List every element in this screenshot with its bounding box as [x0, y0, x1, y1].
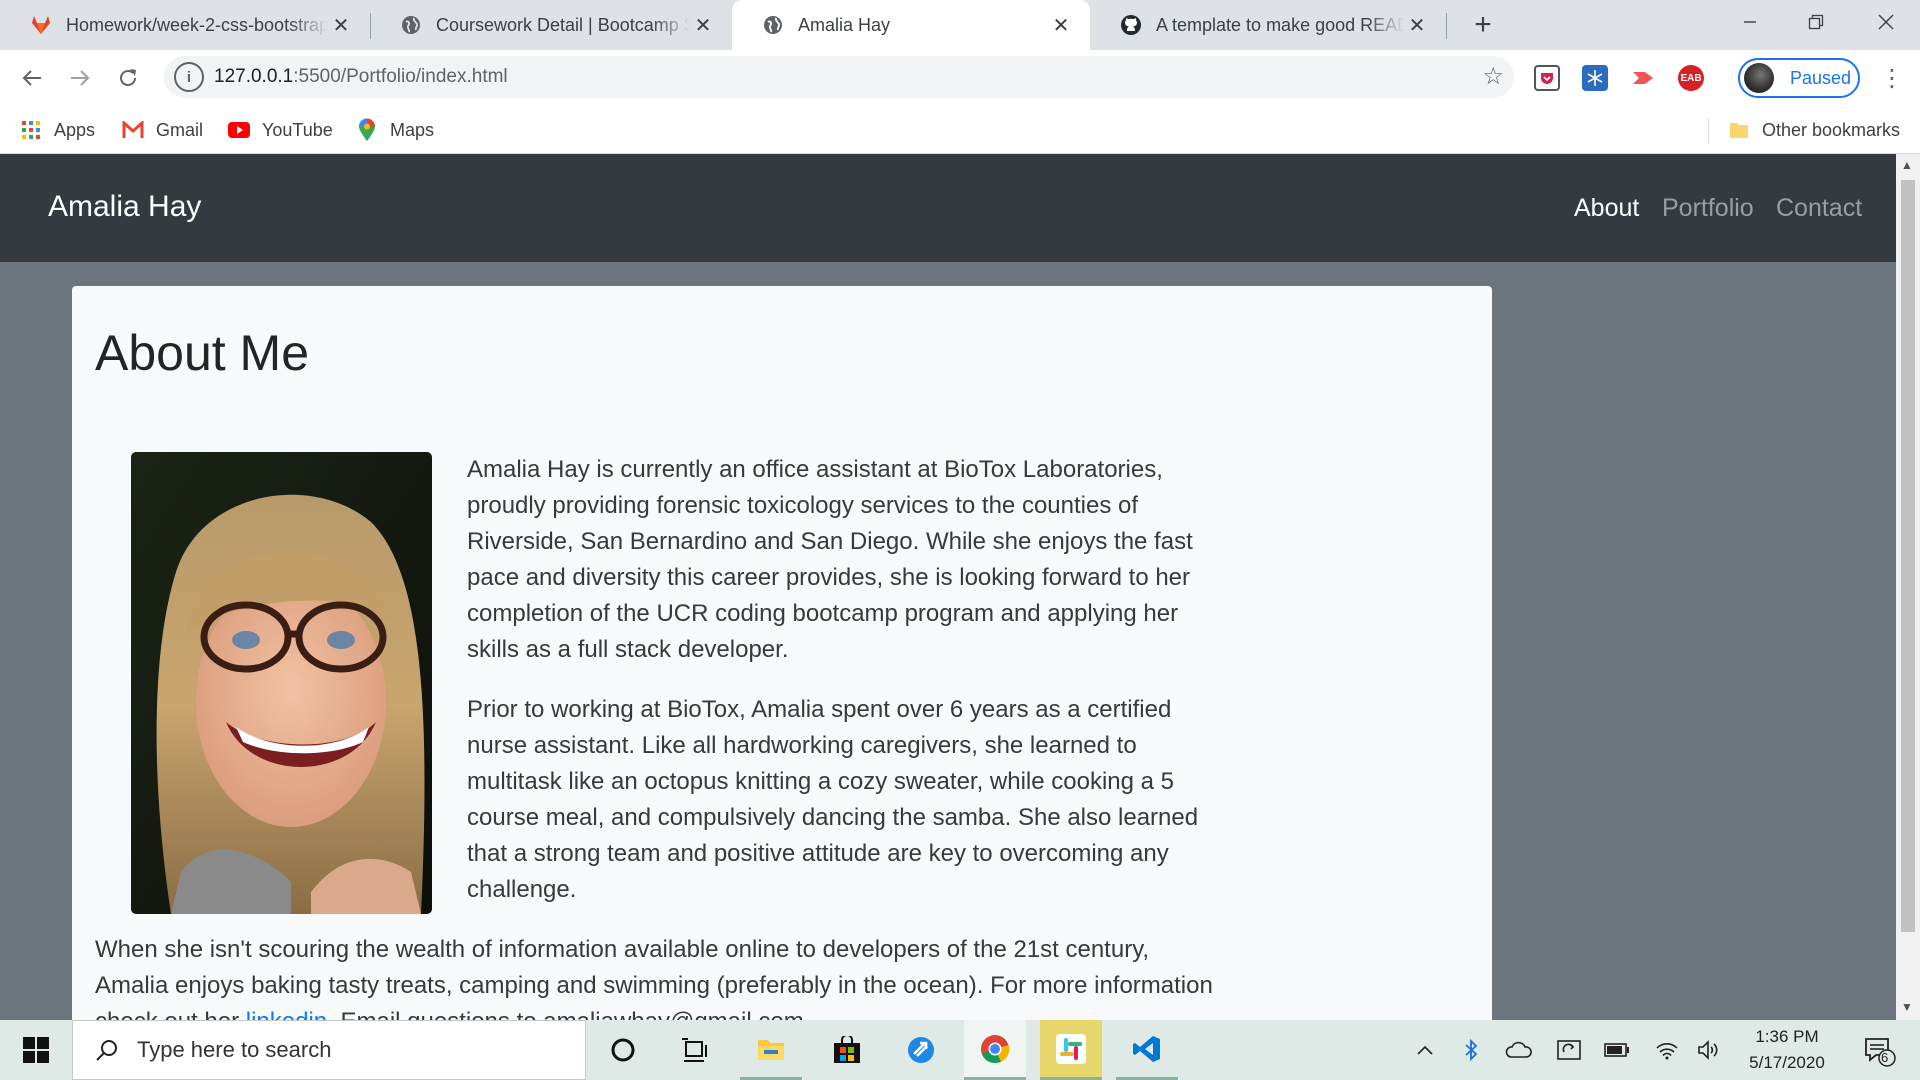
avatar	[1744, 63, 1774, 93]
start-button[interactable]	[0, 1020, 72, 1080]
windows-logo-icon	[23, 1037, 49, 1063]
maps-pin-icon	[356, 118, 378, 141]
taskbar-clock[interactable]: 1:36 PM 5/17/2020	[1732, 1024, 1842, 1076]
about-content: Amalia Hay is currently an office assist…	[95, 452, 1225, 1020]
tab-coursework[interactable]: Coursework Detail | Bootcamp Spot ✕	[370, 0, 732, 50]
back-button[interactable]	[16, 62, 48, 94]
gmail-icon	[122, 119, 144, 141]
restore-icon	[1808, 14, 1824, 30]
file-explorer-icon[interactable]	[740, 1020, 802, 1080]
folder-icon	[1728, 119, 1750, 141]
volume-icon[interactable]	[1692, 1020, 1726, 1080]
reload-icon	[120, 69, 136, 86]
reload-button[interactable]	[112, 62, 144, 94]
page-viewport: Amalia Hay About Portfolio Contact About…	[0, 154, 1896, 1020]
close-tab-icon[interactable]: ✕	[1404, 12, 1430, 38]
notification-count: 6	[1881, 1050, 1889, 1065]
bookmark-maps[interactable]: Maps	[356, 116, 434, 144]
taskbar-search[interactable]: Type here to search	[72, 1020, 586, 1080]
tab-strip: Homework/week-2-css-bootstrap-portfolio …	[0, 0, 1920, 50]
new-tab-button[interactable]: +	[1466, 8, 1500, 42]
site-brand[interactable]: Amalia Hay	[48, 190, 201, 224]
vpn-icon[interactable]	[890, 1020, 952, 1080]
notifications-button[interactable]: 6	[1854, 1020, 1904, 1080]
battery-icon[interactable]	[1600, 1020, 1634, 1080]
store-icon[interactable]	[816, 1020, 878, 1080]
action-center-icon	[1865, 1038, 1896, 1067]
about-heading: About Me	[95, 325, 310, 381]
tab-separator	[1446, 13, 1447, 39]
task-view-icon[interactable]	[664, 1020, 726, 1080]
back-arrow-icon	[22, 70, 41, 86]
bluetooth-icon[interactable]	[1456, 1020, 1486, 1080]
nav-about[interactable]: About	[1574, 194, 1639, 223]
close-tab-icon[interactable]: ✕	[328, 12, 354, 38]
bookmark-apps[interactable]: Apps	[20, 116, 95, 144]
bookmark-divider	[1708, 118, 1709, 144]
forward-arrow-icon	[71, 70, 90, 86]
github-icon	[1120, 14, 1142, 36]
linkedin-link[interactable]: linkedin	[246, 1008, 327, 1020]
scrollbar-thumb[interactable]	[1901, 180, 1915, 932]
cast-icon[interactable]	[1630, 65, 1656, 91]
scroll-up-icon[interactable]: ▲	[1901, 158, 1913, 172]
chrome-icon[interactable]	[964, 1020, 1026, 1080]
cortana-icon[interactable]	[592, 1020, 654, 1080]
profile-photo	[131, 452, 432, 914]
search-icon	[96, 1040, 117, 1061]
close-tab-icon[interactable]: ✕	[1048, 12, 1074, 38]
minimize-icon	[1744, 21, 1756, 23]
show-hidden-icons[interactable]	[1410, 1020, 1440, 1080]
bookmark-youtube[interactable]: YouTube	[228, 116, 333, 144]
bookmarks-bar: Apps Gmail YouTube Maps Other bookmarks	[0, 106, 1920, 154]
windows-taskbar: Type here to search 1:36 PM 5/17/2020 6	[0, 1020, 1920, 1080]
nav-portfolio[interactable]: Portfolio	[1662, 194, 1754, 223]
scroll-down-icon[interactable]: ▼	[1901, 1000, 1913, 1014]
tab-homework[interactable]: Homework/week-2-css-bootstrap-portfolio …	[0, 0, 370, 50]
globe-icon	[400, 14, 422, 36]
bookmark-star-icon[interactable]: ☆	[1482, 62, 1504, 91]
gitlab-icon	[30, 14, 52, 36]
profile-button[interactable]: Paused	[1738, 58, 1860, 98]
sync-screen-icon[interactable]	[1552, 1020, 1586, 1080]
url-text[interactable]: 127.0.0.1:5500/Portfolio/index.html	[214, 66, 508, 88]
slack-icon[interactable]	[1040, 1020, 1102, 1080]
page-scrollbar[interactable]: ▲ ▼	[1896, 154, 1920, 1020]
pocket-icon[interactable]	[1534, 65, 1560, 91]
address-bar[interactable]: i 127.0.0.1:5500/Portfolio/index.html ☆	[164, 56, 1514, 98]
site-info-icon[interactable]: i	[174, 62, 204, 92]
youtube-icon	[228, 119, 250, 141]
close-tab-icon[interactable]: ✕	[690, 12, 716, 38]
globe-icon	[762, 14, 784, 36]
forward-button[interactable]	[64, 62, 96, 94]
close-window-button[interactable]	[1856, 0, 1916, 44]
other-bookmarks[interactable]: Other bookmarks	[1728, 116, 1900, 144]
tab-readme-template[interactable]: A template to make good README.md ✕	[1090, 0, 1446, 50]
onedrive-icon[interactable]	[1502, 1020, 1536, 1080]
minimize-button[interactable]	[1720, 0, 1780, 44]
eab-icon[interactable]: EAB	[1678, 65, 1704, 91]
wifi-icon[interactable]	[1650, 1020, 1684, 1080]
vscode-icon[interactable]	[1116, 1020, 1178, 1080]
snowflake-icon[interactable]	[1582, 65, 1608, 91]
apps-grid-icon	[20, 119, 42, 141]
close-icon	[1878, 14, 1894, 30]
chrome-menu-icon[interactable]: ⋮	[1880, 64, 1904, 93]
tab-amalia-hay[interactable]: Amalia Hay ✕	[732, 0, 1090, 50]
nav-contact[interactable]: Contact	[1776, 194, 1862, 223]
about-paragraph-3: When she isn't scouring the wealth of in…	[95, 932, 1225, 1020]
restore-button[interactable]	[1786, 0, 1846, 44]
bookmark-gmail[interactable]: Gmail	[122, 116, 203, 144]
about-card: About Me Amalia Hay is currently an offi…	[72, 286, 1492, 1020]
chevron-up-icon	[1417, 1045, 1433, 1055]
site-navbar: Amalia Hay About Portfolio Contact	[0, 154, 1896, 262]
browser-toolbar: i 127.0.0.1:5500/Portfolio/index.html ☆ …	[0, 50, 1920, 106]
